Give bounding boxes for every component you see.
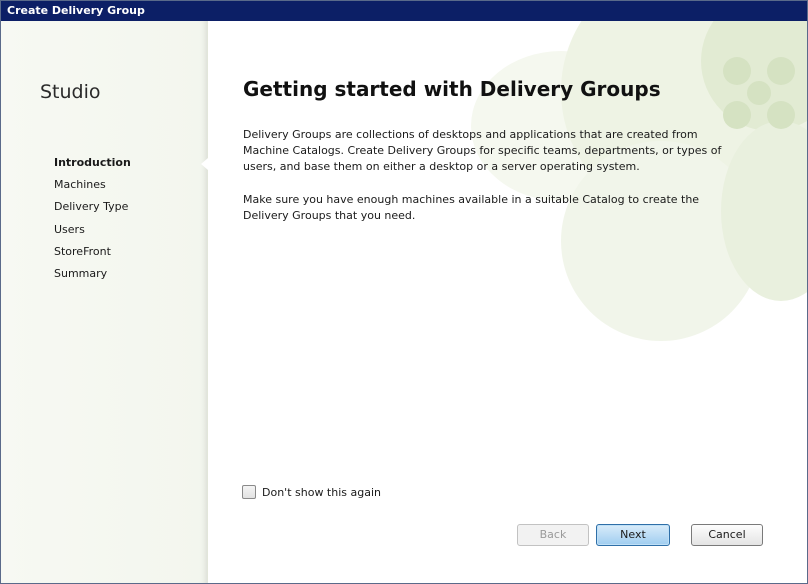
step-storefront[interactable]: StoreFront — [54, 244, 131, 266]
intro-paragraph: Delivery Groups are collections of deskt… — [243, 128, 722, 173]
dont-show-again-label[interactable]: Don't show this again — [262, 486, 381, 499]
step-machines[interactable]: Machines — [54, 177, 131, 199]
wizard-content: Getting started with Delivery Groups Del… — [208, 21, 807, 583]
sidebar-title: Studio — [40, 81, 101, 103]
page-title: Getting started with Delivery Groups — [243, 77, 661, 101]
wizard-steps: Introduction Machines Delivery Type User… — [54, 155, 131, 288]
back-button[interactable]: Back — [517, 524, 589, 546]
next-button[interactable]: Next — [596, 524, 670, 546]
dont-show-again-row[interactable]: Don't show this again — [242, 485, 381, 499]
active-step-pointer-icon — [201, 158, 208, 170]
step-users[interactable]: Users — [54, 222, 131, 244]
step-delivery-type[interactable]: Delivery Type — [54, 199, 131, 221]
step-summary[interactable]: Summary — [54, 266, 131, 288]
dialog-window: Create Delivery Group Studio Introductio… — [0, 0, 808, 584]
machines-note-paragraph: Make sure you have enough machines avail… — [243, 193, 700, 222]
window-title: Create Delivery Group — [1, 1, 807, 21]
wizard-sidebar: Studio Introduction Machines Delivery Ty… — [1, 21, 208, 583]
dialog-client-area: Studio Introduction Machines Delivery Ty… — [1, 21, 807, 583]
dont-show-again-checkbox[interactable] — [242, 485, 256, 499]
step-introduction[interactable]: Introduction — [54, 155, 131, 177]
cancel-button[interactable]: Cancel — [691, 524, 763, 546]
